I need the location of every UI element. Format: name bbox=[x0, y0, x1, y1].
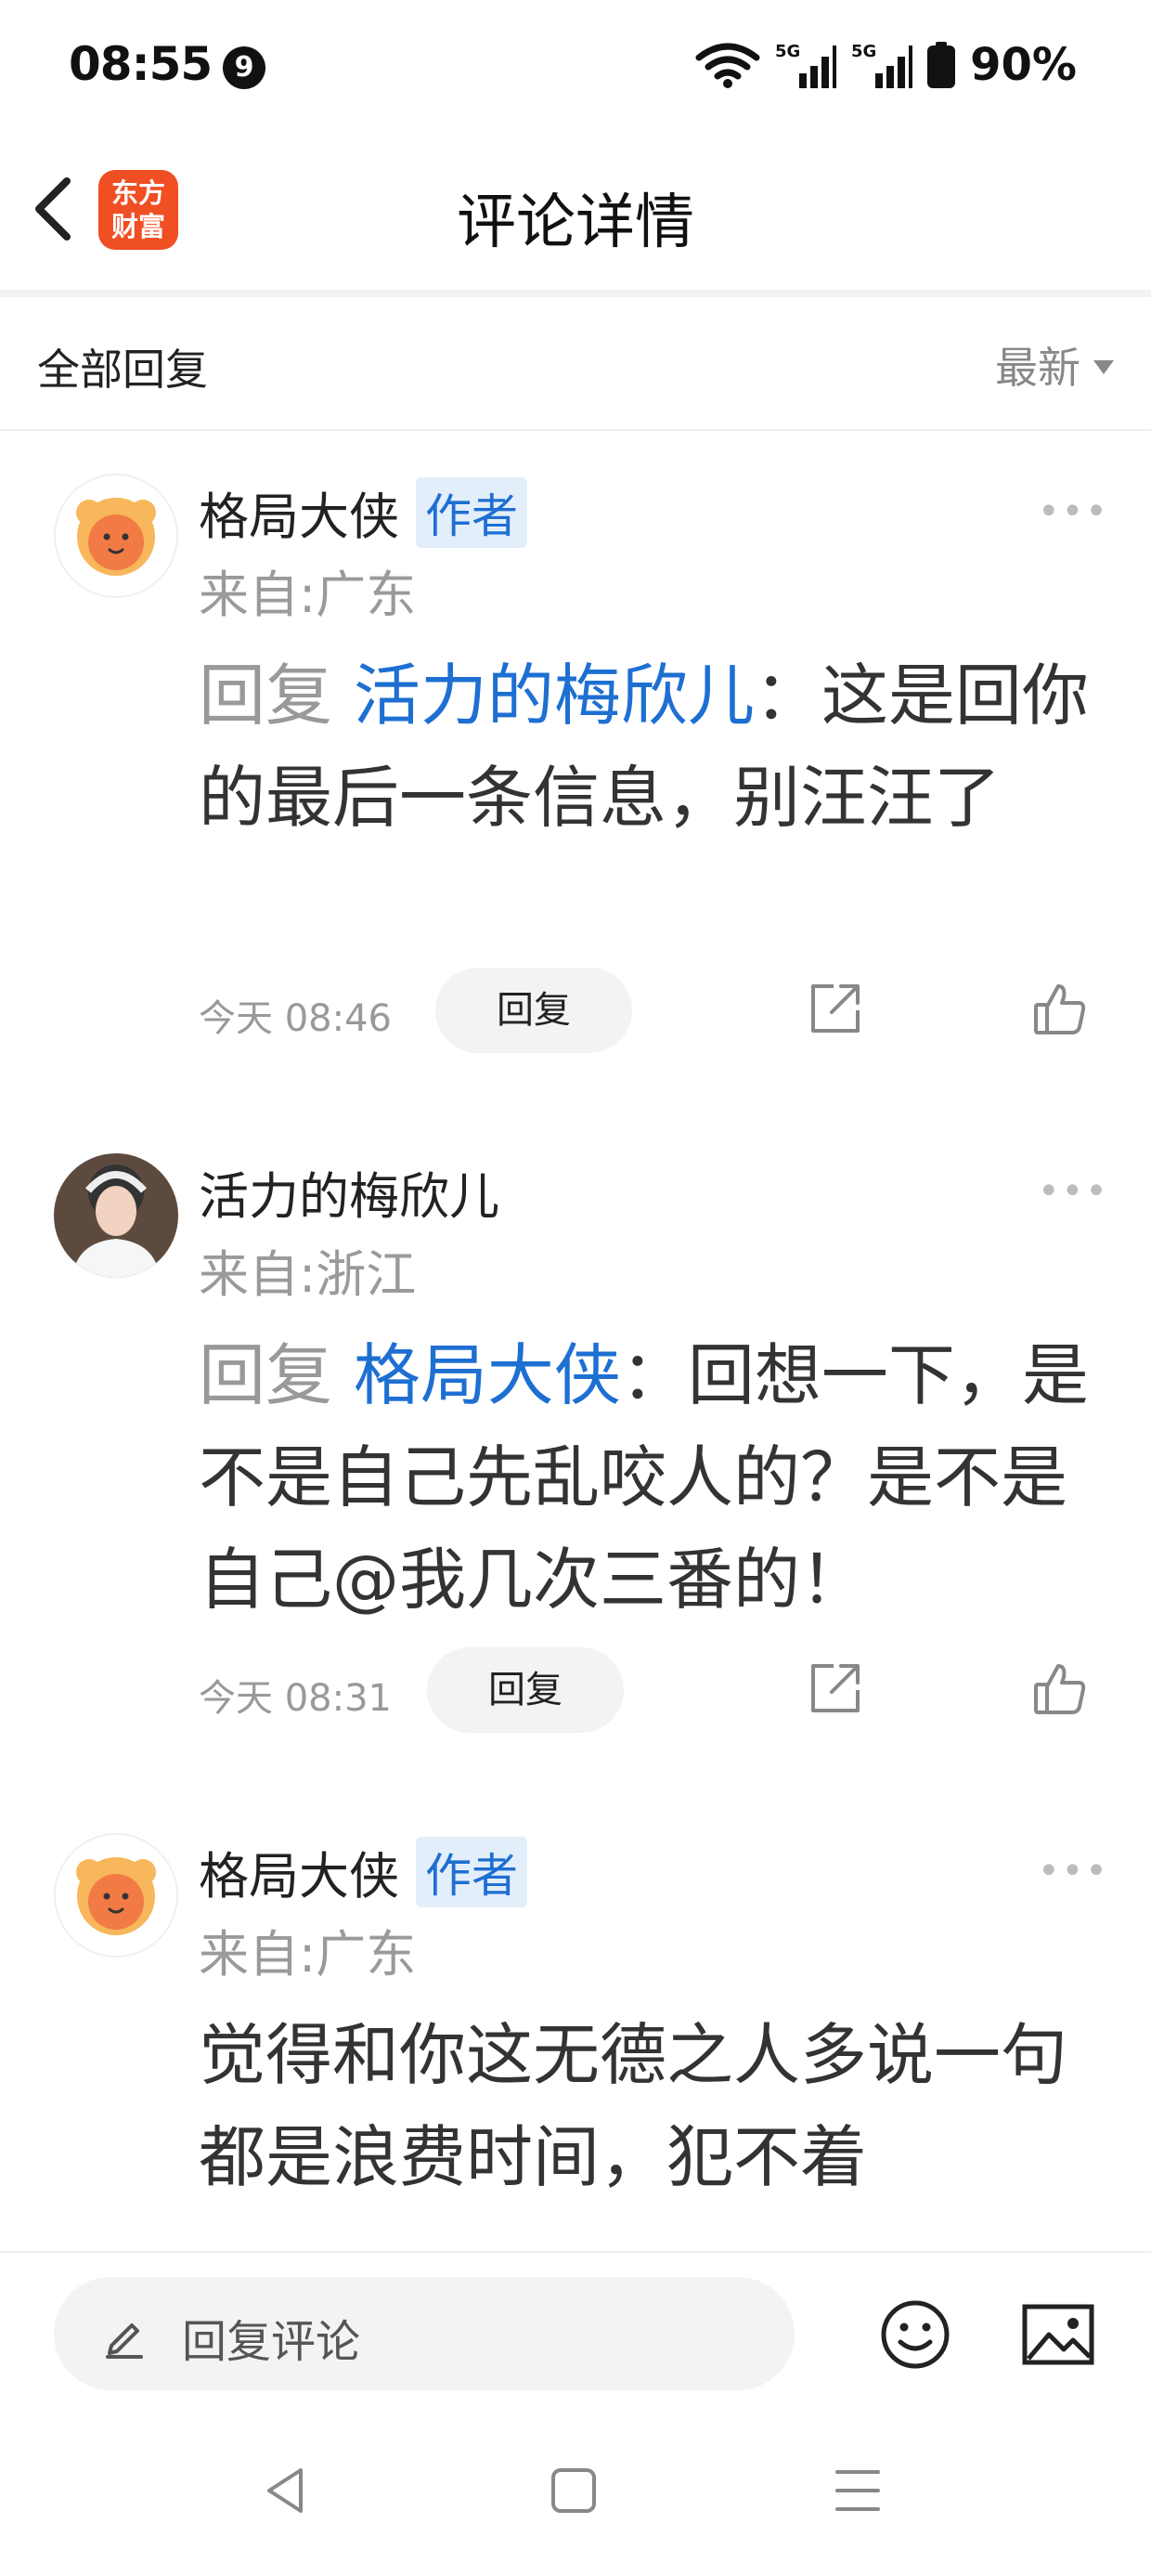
nav-home-button[interactable] bbox=[546, 2463, 601, 2522]
image-icon bbox=[1022, 2304, 1094, 2365]
comment-body[interactable]: 回复 格局大侠：回想一下，是不是自己先乱咬人的？是不是自己@我几次三番的！ bbox=[199, 1324, 1090, 1631]
menu-recents-icon bbox=[835, 2470, 880, 2511]
share-icon-glyph bbox=[811, 984, 860, 1033]
thumbs-up-icon bbox=[1034, 1664, 1086, 1714]
more-options-icon[interactable]: ••• bbox=[1038, 490, 1109, 533]
author-tag: 作者 bbox=[416, 1836, 527, 1907]
share-icon[interactable] bbox=[806, 1659, 865, 1718]
like-icon[interactable] bbox=[1030, 1659, 1090, 1718]
signal-icon-1: 5G bbox=[775, 42, 837, 88]
mention-link[interactable]: 活力的梅欣儿 bbox=[354, 657, 755, 735]
username[interactable]: 格局大侠 bbox=[199, 1835, 399, 1908]
comment-header: 活力的梅欣儿 bbox=[199, 1155, 499, 1229]
reply-prefix: 回复 bbox=[199, 1336, 333, 1414]
share-icon-glyph bbox=[811, 1664, 860, 1712]
signal-label-1: 5G bbox=[775, 42, 800, 61]
page-title: 评论详情 bbox=[457, 189, 694, 257]
more-options-icon[interactable]: ••• bbox=[1038, 1170, 1109, 1213]
pencil-icon bbox=[100, 2310, 149, 2362]
avatar[interactable] bbox=[54, 1833, 178, 1958]
location: 来自:广东 bbox=[199, 1925, 417, 1984]
header-divider bbox=[0, 290, 1151, 297]
location: 来自:广东 bbox=[199, 566, 417, 624]
image-button[interactable] bbox=[1021, 2297, 1095, 2375]
smiley-icon bbox=[881, 2300, 950, 2369]
triangle-back-icon bbox=[267, 2468, 303, 2513]
battery-icon bbox=[927, 42, 956, 88]
status-indicators: 5G 5G 90% bbox=[695, 39, 1077, 91]
like-icon[interactable] bbox=[1030, 979, 1090, 1038]
timestamp: 今天 08:31 bbox=[199, 1677, 392, 1720]
avatar[interactable] bbox=[54, 1153, 178, 1278]
mention-link[interactable]: 格局大侠 bbox=[354, 1336, 621, 1414]
nav-recents-button[interactable] bbox=[830, 2463, 886, 2522]
all-replies-label: 全部回复 bbox=[37, 345, 208, 395]
notification-badge: 9 bbox=[223, 46, 265, 89]
comment-body[interactable]: 回复 活力的梅欣儿：这是回你的最后一条信息，别汪汪了 bbox=[199, 644, 1090, 849]
sort-label: 最新 bbox=[995, 343, 1080, 393]
battery-percent: 90% bbox=[970, 39, 1077, 91]
location: 来自:浙江 bbox=[199, 1245, 417, 1304]
nav-back-button[interactable] bbox=[260, 2463, 316, 2522]
wifi-icon bbox=[695, 43, 760, 88]
reply-button[interactable]: 回复 bbox=[427, 1647, 624, 1733]
signal-icon-2: 5G bbox=[851, 42, 913, 88]
reply-button[interactable]: 回复 bbox=[435, 968, 632, 1053]
comment-header: 格局大侠 作者 bbox=[199, 1835, 527, 1908]
comment-text: ：回想一下，是不是自己先乱咬人的？是不是自己@我几次三番的！ bbox=[199, 1336, 1089, 1619]
comment-header: 格局大侠 作者 bbox=[199, 475, 527, 549]
username[interactable]: 活力的梅欣儿 bbox=[199, 1155, 499, 1229]
author-tag: 作者 bbox=[416, 476, 527, 548]
comment-text: 觉得和你这无德之人多说一句都是浪费时间，犯不着 bbox=[199, 2016, 1068, 2196]
more-options-icon[interactable]: ••• bbox=[1038, 1850, 1109, 1893]
filter-divider bbox=[0, 429, 1151, 431]
lion-mascot-icon bbox=[76, 498, 156, 576]
user-photo bbox=[54, 1153, 178, 1278]
square-home-icon bbox=[551, 2468, 596, 2513]
comment-body[interactable]: 觉得和你这无德之人多说一句都是浪费时间，犯不着 bbox=[199, 2004, 1090, 2208]
thumbs-up-icon bbox=[1034, 984, 1086, 1034]
avatar[interactable] bbox=[54, 474, 178, 598]
signal-label-2: 5G bbox=[851, 42, 876, 61]
timestamp: 今天 08:46 bbox=[199, 997, 392, 1040]
status-time: 08:55 bbox=[69, 37, 213, 91]
lion-mascot-icon bbox=[76, 1857, 156, 1935]
emoji-button[interactable] bbox=[878, 2297, 952, 2375]
share-icon[interactable] bbox=[806, 979, 865, 1038]
reply-prefix: 回复 bbox=[199, 657, 333, 735]
reply-input[interactable] bbox=[54, 2277, 795, 2390]
caret-down-icon bbox=[1093, 359, 1114, 374]
sort-dropdown[interactable]: 最新 bbox=[995, 334, 1114, 396]
reply-input-placeholder: 回复评论 bbox=[182, 2316, 361, 2368]
username[interactable]: 格局大侠 bbox=[199, 475, 399, 549]
